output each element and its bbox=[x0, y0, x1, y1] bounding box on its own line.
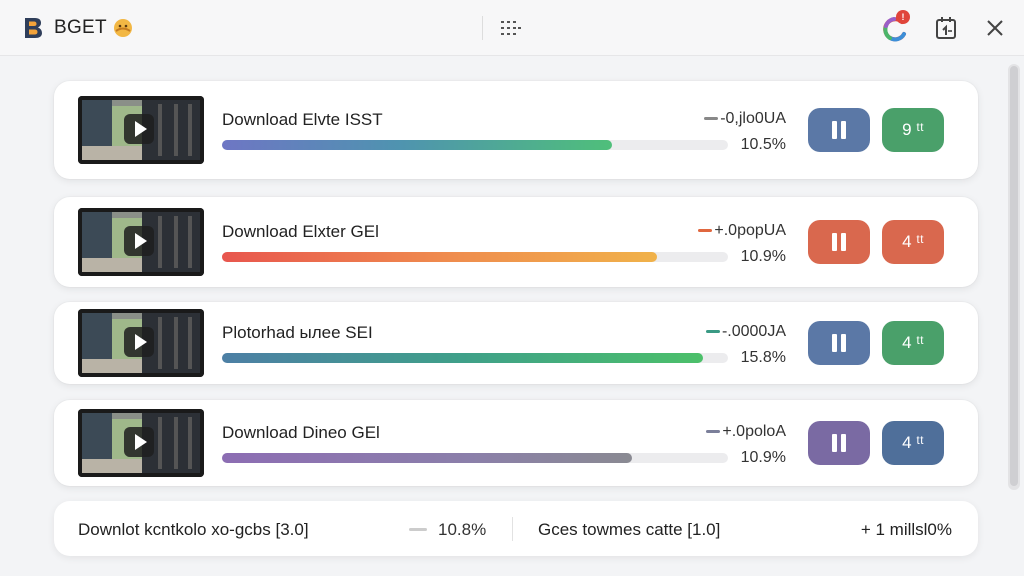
download-percent: 10.9% bbox=[740, 449, 786, 466]
progress-fill bbox=[222, 252, 658, 262]
download-card: Download Elxter GEl +.0popUA 10.9% 4 ᵗᵗ bbox=[54, 197, 978, 287]
download-card: Download Dineo GEl +.0poloA 10.9% 4 ᵗᵗ bbox=[54, 400, 978, 486]
header-divider bbox=[482, 16, 483, 40]
status-footer: Downlot kcntkolo xo-gcbs [3.0] 10.8% Gce… bbox=[54, 501, 978, 556]
play-icon bbox=[135, 121, 147, 137]
pause-button[interactable] bbox=[808, 321, 870, 365]
progress-bar bbox=[222, 353, 728, 363]
download-title: Download Elxter GEl bbox=[222, 222, 379, 241]
video-thumbnail[interactable] bbox=[78, 96, 204, 164]
download-card: Plotorhad ылее SEI -.0000JA 15.8% 4 ᵗᵗ bbox=[54, 302, 978, 384]
pause-button[interactable] bbox=[808, 108, 870, 152]
download-title: Download Elvte ISST bbox=[222, 110, 383, 129]
pause-button[interactable] bbox=[808, 220, 870, 264]
play-icon bbox=[135, 434, 147, 450]
progress-fill bbox=[222, 453, 632, 463]
speed-value: +.0popUA bbox=[714, 222, 786, 239]
speed-value: -.0000JA bbox=[721, 323, 786, 340]
progress-fill bbox=[222, 353, 703, 363]
pause-icon bbox=[832, 233, 846, 251]
footer-status-middle: Gces towmes catte [1.0] bbox=[538, 520, 721, 539]
progress-bar bbox=[222, 140, 728, 150]
footer-status-right: + 1 millsl0% bbox=[860, 520, 952, 539]
queue-button[interactable]: 4 ᵗᵗ bbox=[882, 421, 944, 465]
video-thumbnail[interactable] bbox=[78, 309, 204, 377]
download-percent: 15.8% bbox=[740, 349, 786, 366]
play-icon bbox=[135, 334, 147, 350]
queue-button[interactable]: 4 ᵗᵗ bbox=[882, 321, 944, 365]
play-icon bbox=[135, 233, 147, 249]
video-thumbnail[interactable] bbox=[78, 409, 204, 477]
footer-progress-dash bbox=[409, 528, 427, 531]
speed-value: -0,jlo0UA bbox=[720, 110, 786, 127]
drag-handle-icon[interactable] bbox=[499, 16, 523, 40]
app-logo-icon bbox=[25, 18, 42, 38]
download-percent: 10.5% bbox=[740, 136, 786, 153]
queue-button[interactable]: 4 ᵗᵗ bbox=[882, 220, 944, 264]
title-bar: BGET ! bbox=[0, 0, 1024, 56]
download-speed: -0,jlo0UA bbox=[704, 110, 786, 128]
pause-button[interactable] bbox=[808, 421, 870, 465]
footer-percent: 10.8% bbox=[438, 520, 487, 539]
pause-icon bbox=[832, 334, 846, 352]
footer-status-left: Downlot kcntkolo xo-gcbs [3.0] bbox=[78, 520, 309, 539]
download-card: Download Elvte ISST -0,jlo0UA 10.5% 9 ᵗᵗ bbox=[54, 81, 978, 179]
app-title: BGET bbox=[54, 17, 107, 38]
speed-indicator bbox=[704, 117, 719, 121]
speed-indicator bbox=[706, 430, 721, 434]
queue-button[interactable]: 9 ᵗᵗ bbox=[882, 108, 944, 152]
download-title: Download Dineo GEl bbox=[222, 423, 380, 442]
calendar-icon[interactable] bbox=[935, 16, 957, 40]
footer-divider bbox=[512, 517, 513, 541]
speed-value: +.0poloA bbox=[722, 423, 786, 440]
speed-indicator bbox=[698, 229, 713, 233]
scrollbar[interactable] bbox=[1008, 64, 1020, 490]
download-percent: 10.9% bbox=[740, 248, 786, 265]
close-icon[interactable] bbox=[985, 18, 1005, 38]
progress-fill bbox=[222, 140, 612, 150]
download-speed: -.0000JA bbox=[705, 323, 786, 341]
speed-indicator bbox=[705, 330, 720, 334]
progress-bar bbox=[222, 453, 728, 463]
scrollbar-thumb[interactable] bbox=[1010, 66, 1018, 486]
video-thumbnail[interactable] bbox=[78, 208, 204, 276]
download-title: Plotorhad ылее SEI bbox=[222, 323, 373, 342]
download-speed: +.0popUA bbox=[698, 222, 786, 240]
mascot-icon bbox=[114, 19, 132, 37]
notification-badge: ! bbox=[896, 10, 910, 24]
progress-bar bbox=[222, 252, 728, 262]
download-speed: +.0poloA bbox=[706, 423, 786, 441]
pause-icon bbox=[832, 434, 846, 452]
pause-icon bbox=[832, 121, 846, 139]
